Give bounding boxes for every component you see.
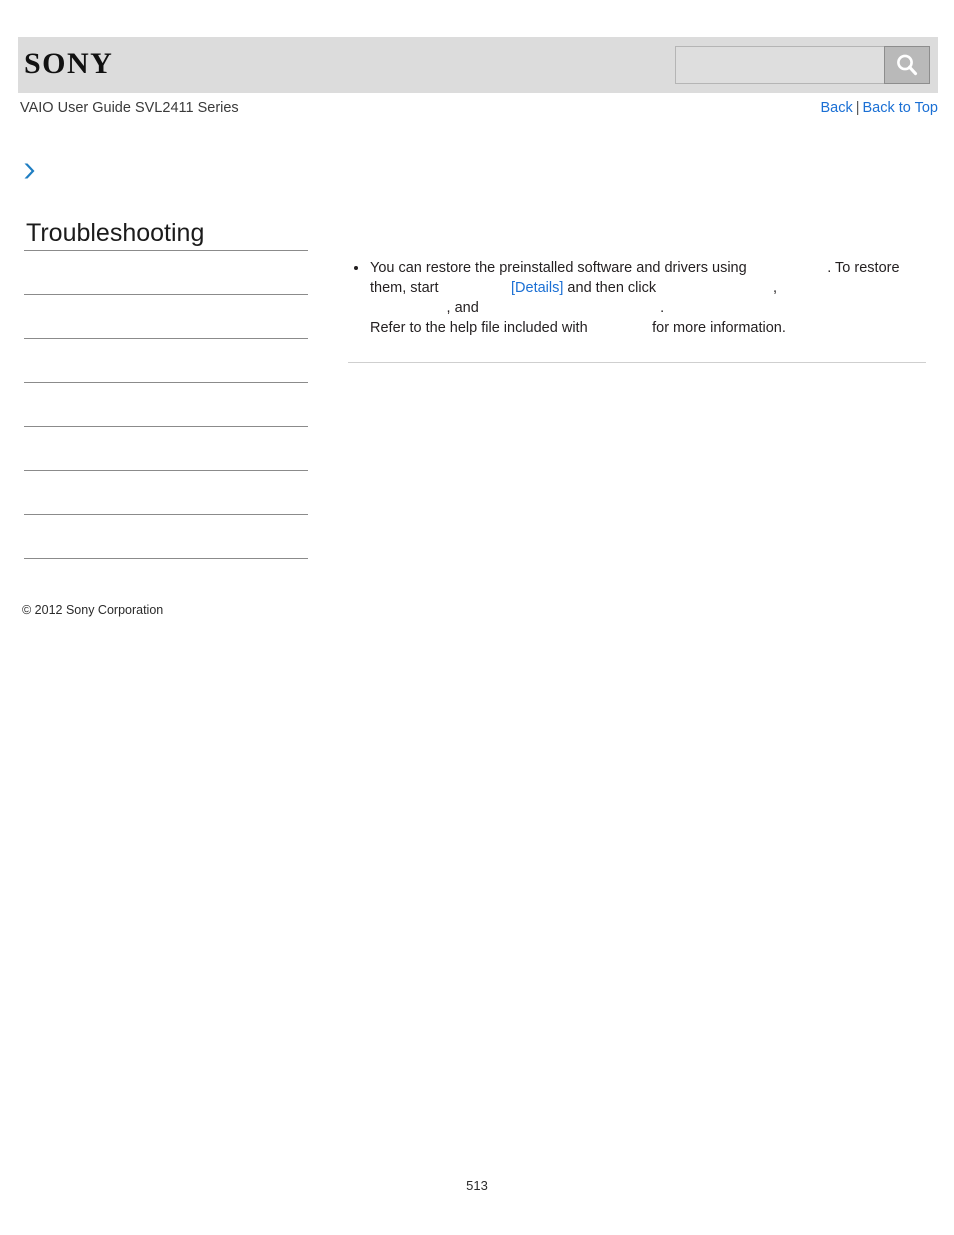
content-divider [348, 362, 926, 363]
list-item: You can restore the preinstalled softwar… [348, 258, 926, 338]
guide-title: VAIO User Guide SVL2411 Series [20, 100, 239, 116]
content-line-3: , and . [370, 298, 926, 318]
search-button[interactable] [884, 46, 930, 84]
subheader-bar: VAIO User Guide SVL2411 Series Back | Back… [18, 100, 938, 122]
nav-separator: | [855, 100, 860, 116]
sidebar-item-3[interactable] [24, 339, 308, 383]
sidebar-item-4[interactable] [24, 383, 308, 427]
content-placeholder-gap [747, 258, 828, 278]
content-text: , and [446, 300, 479, 316]
sony-logo: SONY [24, 47, 114, 80]
content-text: . To restore [827, 260, 900, 276]
bullet-list: You can restore the preinstalled softwar… [348, 258, 926, 338]
search-icon [894, 52, 920, 78]
details-link[interactable]: [Details] [511, 280, 563, 296]
sidebar: Troubleshooting [24, 218, 308, 559]
content-text: You can restore the preinstalled softwar… [370, 260, 747, 276]
sidebar-item-7[interactable] [24, 515, 308, 559]
content-placeholder-gap [370, 298, 447, 318]
sidebar-item-1[interactable] [24, 251, 308, 295]
content-line-4: Refer to the help file included with for… [370, 318, 926, 338]
content-text: them, start [370, 280, 439, 296]
content-line-2: them, start [Details] and then click , [370, 278, 926, 298]
chevron-right-icon [22, 161, 40, 186]
main-content: You can restore the preinstalled softwar… [348, 258, 926, 363]
search-input[interactable] [675, 46, 884, 84]
back-to-top-link[interactable]: Back to Top [862, 100, 938, 116]
back-link[interactable]: Back [820, 100, 852, 116]
content-placeholder-gap [479, 298, 660, 318]
content-text: for more information. [652, 320, 786, 336]
content-text: . [660, 300, 665, 316]
content-text: Refer to the help file included with [370, 320, 588, 336]
site-header: SONY [18, 37, 938, 93]
page-title: Troubleshooting [26, 219, 205, 247]
content-text: and then click [563, 280, 657, 296]
content-line-1: You can restore the preinstalled softwar… [370, 258, 926, 278]
copyright-notice: © 2012 Sony Corporation [22, 603, 164, 617]
content-placeholder-gap [439, 278, 512, 298]
page-number: 513 [466, 1178, 488, 1193]
sidebar-item-6[interactable] [24, 471, 308, 515]
sidebar-item-5[interactable] [24, 427, 308, 471]
content-placeholder-gap [588, 318, 652, 338]
sidebar-item-2[interactable] [24, 295, 308, 339]
search-box [675, 46, 930, 84]
header-nav-links: Back | Back to Top [820, 100, 938, 116]
content-text: , [772, 280, 777, 296]
breadcrumb [22, 160, 46, 186]
content-placeholder-gap [656, 278, 773, 298]
